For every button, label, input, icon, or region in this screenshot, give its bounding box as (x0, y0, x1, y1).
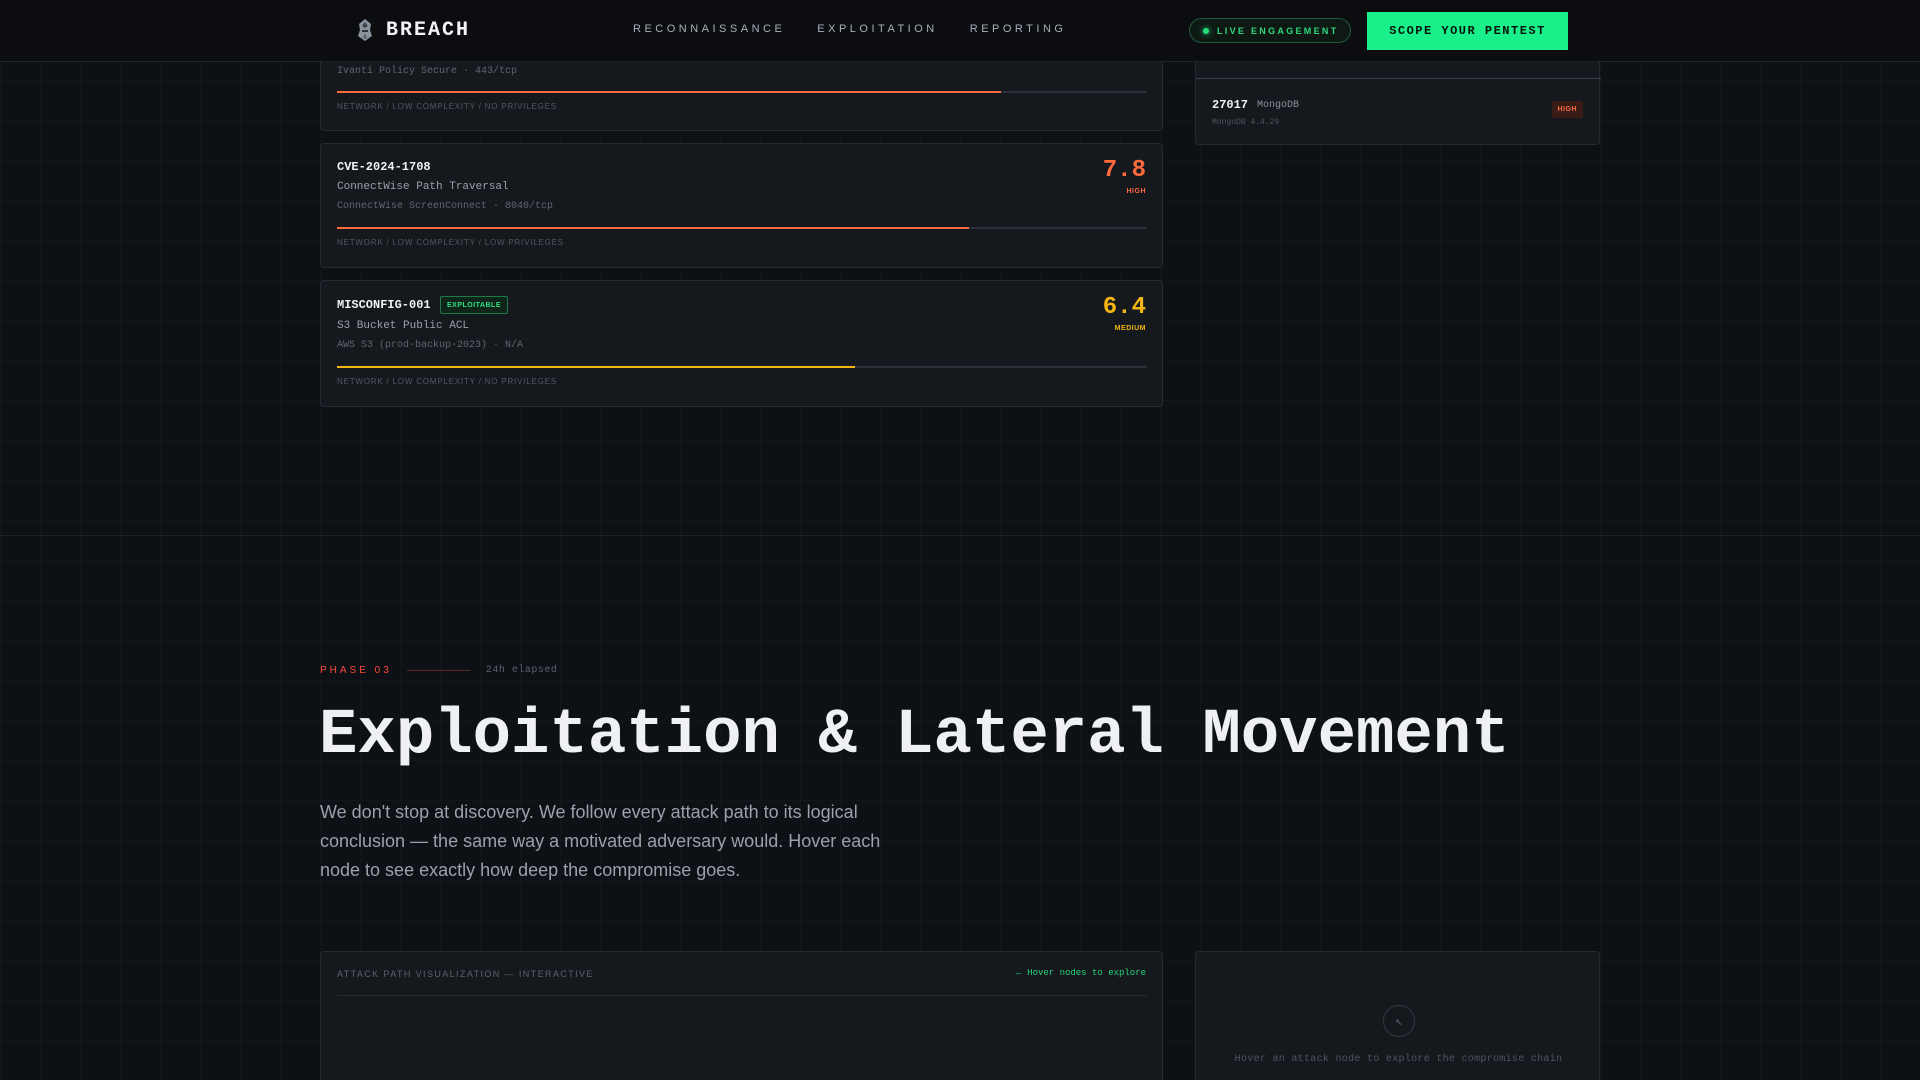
top-nav: BREACH RECONNAISSANCE EXPLOITATION REPOR… (0, 0, 1920, 62)
cvss-bar-fill (337, 91, 1002, 93)
live-engagement-badge: LIVE ENGAGEMENT (1189, 18, 1351, 43)
cvss-score: 6.4 (1102, 294, 1146, 321)
viz-hint: ← Hover nodes to explore (1016, 968, 1146, 978)
nav-links: RECONNAISSANCE EXPLOITATION REPORTING (633, 23, 1066, 35)
nav-link-exploitation[interactable]: EXPLOITATION (817, 23, 937, 35)
viz-title: ATTACK PATH VISUALIZATION — INTERACTIVE (337, 969, 594, 979)
card-target: ConnectWise ScreenConnect · 8040/tcp (337, 201, 554, 212)
cvss-bar-fill (337, 227, 969, 229)
section-title: Exploitation & Lateral Movement (319, 700, 1510, 772)
cvss-bar (337, 227, 1147, 229)
port-version: MongoDB 4.4.29 (1212, 118, 1280, 127)
divider (1196, 78, 1601, 79)
attack-vector: NETWORK / LOW COMPLEXITY / NO PRIVILEGES (337, 377, 557, 386)
severity-label: MEDIUM (1114, 325, 1146, 332)
phase-label: PHASE 03 (320, 665, 392, 676)
scope-pentest-button[interactable]: SCOPE YOUR PENTEST (1367, 12, 1568, 50)
live-engagement-label: LIVE ENGAGEMENT (1217, 25, 1339, 36)
logo-text: BREACH (386, 18, 471, 42)
node-detail-panel: ↖ Hover an attack node to explore the co… (1195, 951, 1600, 1080)
live-status-dot-icon (1203, 27, 1209, 34)
attack-path-visualization[interactable]: ATTACK PATH VISUALIZATION — INTERACTIVE … (320, 951, 1163, 1080)
card-title: S3 Bucket Public ACL (337, 320, 470, 332)
card-target: AWS S3 (prod-backup-2023) · N/A (337, 340, 524, 351)
logo[interactable]: BREACH (354, 18, 470, 42)
section-description: We don't stop at discovery. We follow ev… (320, 802, 881, 880)
cvss-bar (337, 91, 1147, 93)
misconfig-id: MISCONFIG-001 (337, 298, 431, 312)
detail-placeholder: Hover an attack node to explore the comp… (1234, 1054, 1563, 1065)
phase-line (406, 670, 471, 671)
attack-vector: NETWORK / LOW COMPLEXITY / LOW PRIVILEGE… (337, 238, 564, 247)
card-target: Ivanti Policy Secure · 443/tcp (337, 66, 518, 77)
cvss-bar-fill (337, 366, 856, 368)
cvss-score: 7.8 (1102, 157, 1146, 184)
vuln-card[interactable]: CVE-2024-1708 ConnectWise Path Traversal… (320, 143, 1163, 268)
hacker-mask-icon (358, 19, 372, 41)
severity-label: HIGH (1126, 188, 1146, 195)
port-service: MongoDB (1257, 100, 1300, 111)
attack-vector: NETWORK / LOW COMPLEXITY / NO PRIVILEGES (337, 102, 557, 111)
nav-link-reporting[interactable]: REPORTING (970, 23, 1067, 35)
cvss-bar (337, 366, 1147, 368)
nav-link-reconnaissance[interactable]: RECONNAISSANCE (633, 23, 785, 35)
section-divider (0, 535, 1920, 536)
risk-badge: HIGH (1551, 101, 1583, 118)
vuln-card[interactable]: MISCONFIG-001 EXPLOITABLE S3 Bucket Publ… (320, 280, 1163, 407)
cve-id: CVE-2024-1708 (337, 160, 431, 174)
phase-header: PHASE 03 24h elapsed (320, 665, 557, 676)
divider (337, 995, 1147, 996)
phase-elapsed: 24h elapsed (485, 665, 558, 676)
cursor-icon: ↖ (1383, 1005, 1415, 1037)
card-title: ConnectWise Path Traversal (337, 181, 509, 193)
exploitable-badge: EXPLOITABLE (440, 296, 508, 314)
port-number: 27017 (1212, 98, 1249, 112)
